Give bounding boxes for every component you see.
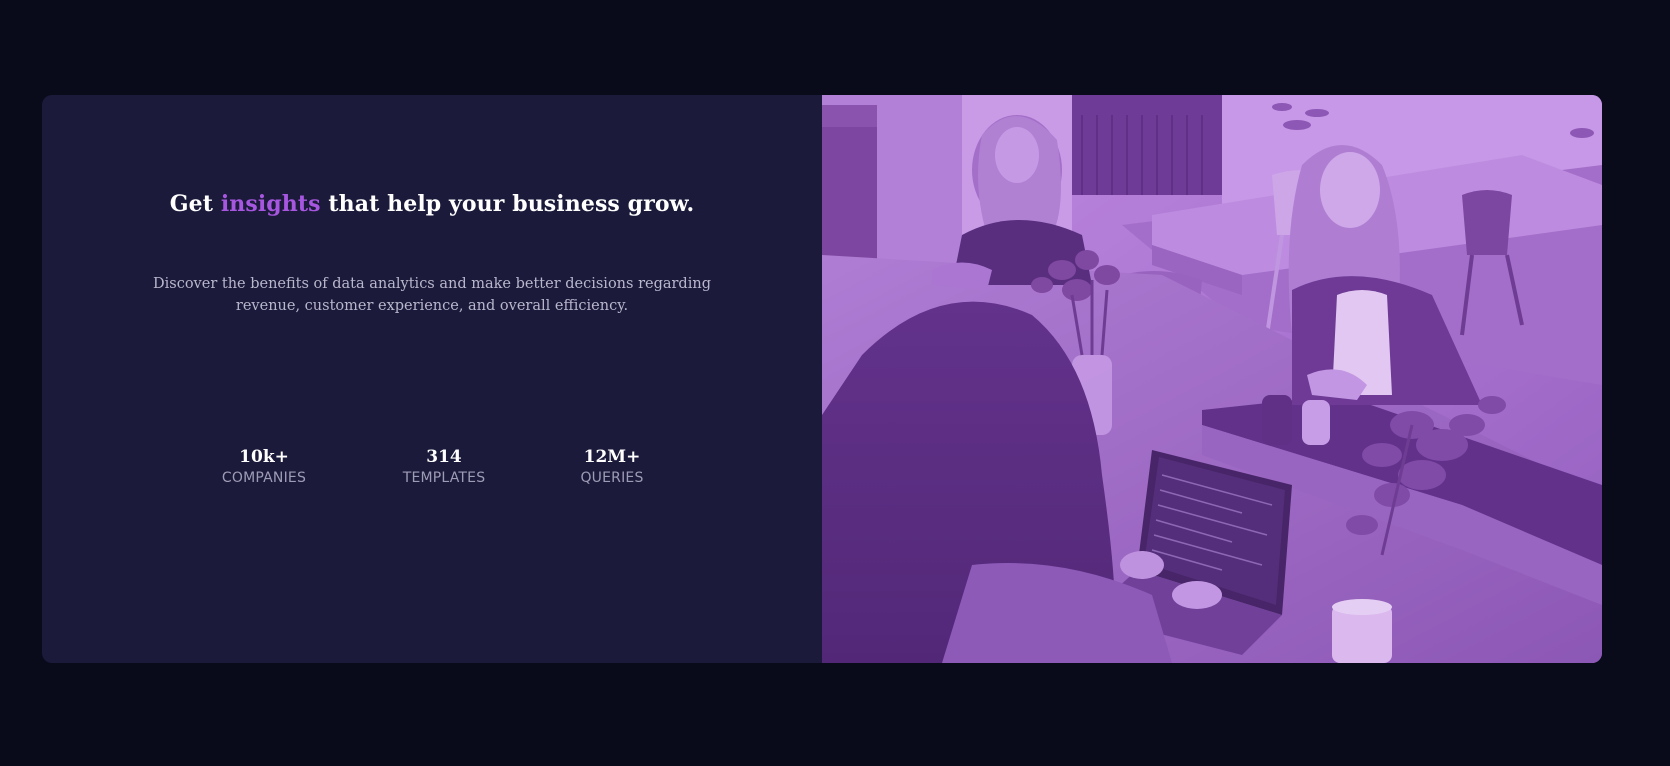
stat-value: 12M+	[583, 447, 641, 467]
hero-title: Get insights that help your business gro…	[42, 191, 822, 217]
hero-title-end: that help your business grow.	[320, 191, 695, 217]
team-working-photo	[822, 95, 1602, 663]
stat-label: QUERIES	[580, 470, 644, 486]
hero-text-panel: Get insights that help your business gro…	[42, 95, 822, 663]
hero-photo	[822, 95, 1602, 663]
stat-value: 10k+	[239, 447, 289, 467]
stat-value: 314	[426, 447, 462, 467]
stat-label: COMPANIES	[221, 470, 307, 486]
stat-companies: 10k+ COMPANIES	[184, 445, 344, 486]
stat-label: TEMPLATES	[402, 470, 486, 486]
stat-templates: 314 TEMPLATES	[364, 445, 524, 486]
stats-row: 10k+ COMPANIES 314 TEMPLATES 12M+ QUERIE…	[42, 445, 822, 505]
hero-title-start: Get	[169, 191, 221, 217]
stat-queries: 12M+ QUERIES	[532, 445, 692, 486]
hero-title-highlight: insights	[220, 191, 321, 217]
hero-card: Get insights that help your business gro…	[42, 95, 1602, 663]
hero-description: Discover the benefits of data analytics …	[153, 276, 711, 314]
